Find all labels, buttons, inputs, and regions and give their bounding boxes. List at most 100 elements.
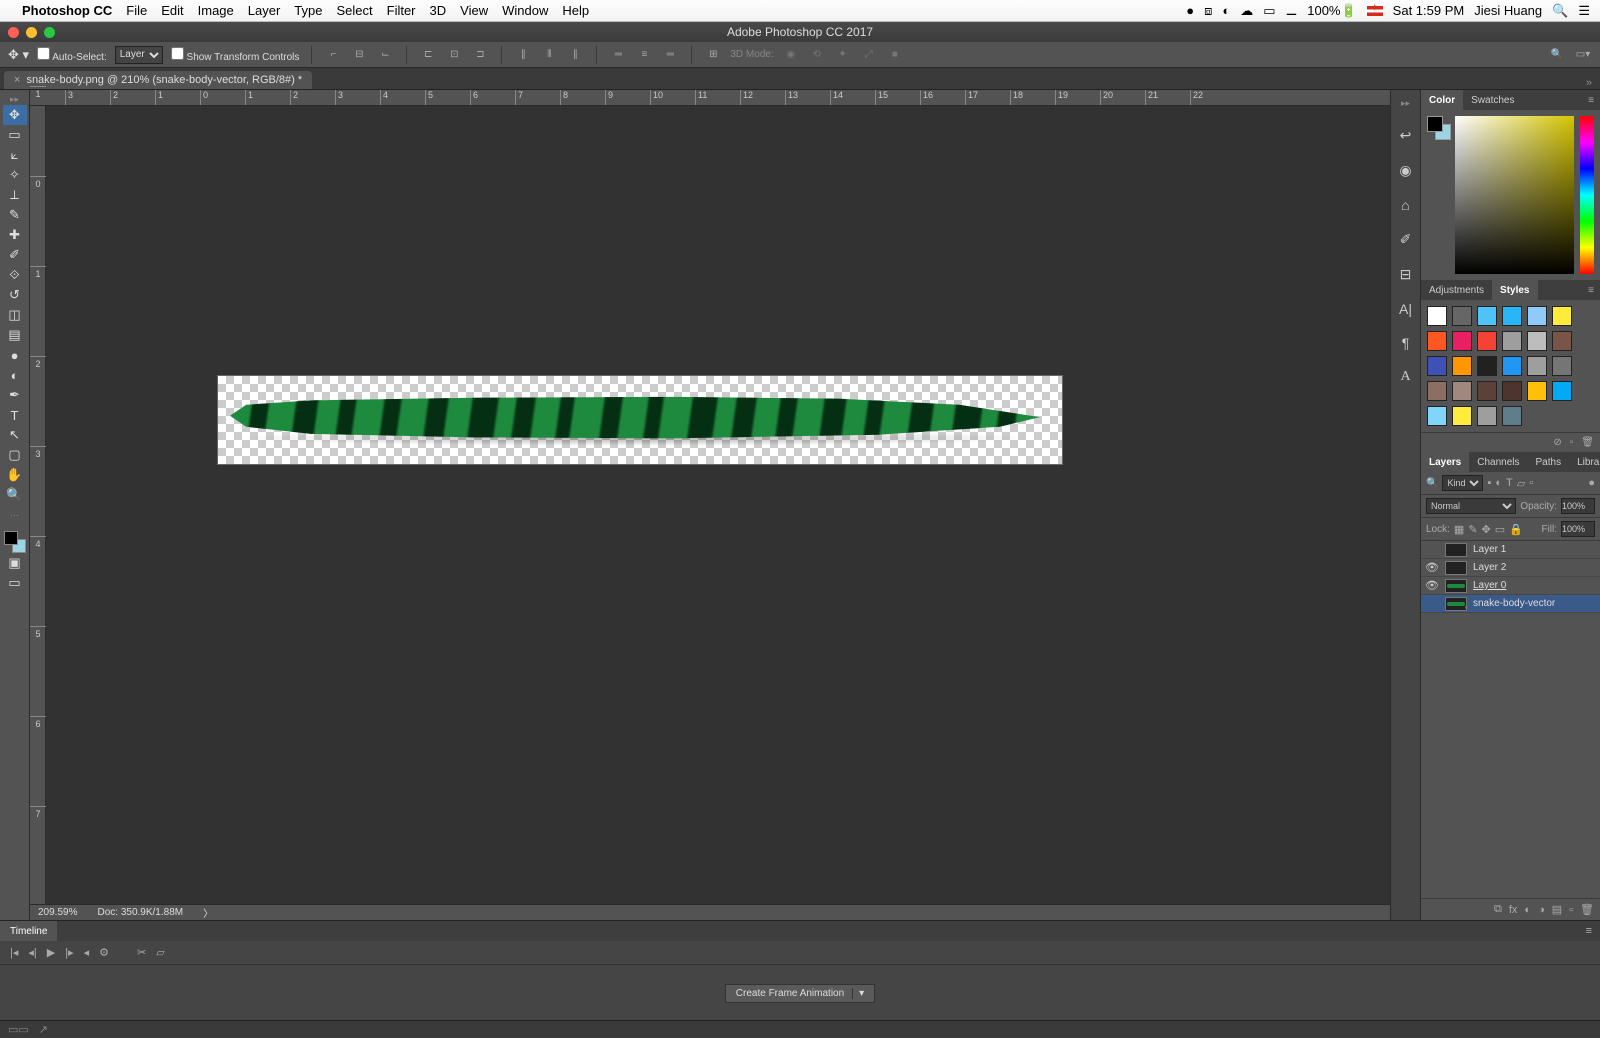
tab-swatches[interactable]: Swatches: [1463, 90, 1522, 110]
style-swatch[interactable]: [1427, 381, 1447, 401]
battery-text[interactable]: 100% 🔋: [1307, 3, 1356, 19]
user-name[interactable]: Jiesi Huang: [1474, 3, 1542, 18]
history-brush-tool[interactable]: ↺: [3, 285, 27, 305]
pen-tool[interactable]: ✒: [3, 385, 27, 405]
display-icon[interactable]: ▭: [1263, 3, 1275, 19]
status-icon[interactable]: ●: [1186, 3, 1194, 18]
layer-row[interactable]: 👁Layer 2: [1421, 559, 1600, 577]
align-right-icon[interactable]: ⊐: [471, 46, 489, 64]
adj-layer-icon[interactable]: ◑: [1538, 904, 1545, 916]
menu-select[interactable]: Select: [336, 3, 372, 18]
tab-styles[interactable]: Styles: [1492, 280, 1537, 300]
dodge-tool[interactable]: ◐: [3, 365, 27, 385]
ruler-vertical[interactable]: 101234567: [30, 106, 46, 904]
delete-style-icon[interactable]: 🗑: [1581, 437, 1594, 448]
new-style-icon[interactable]: ▫: [1570, 437, 1574, 448]
menu-type[interactable]: Type: [294, 3, 322, 18]
layer-name[interactable]: Layer 1: [1473, 544, 1506, 555]
no-style-icon[interactable]: ⊘: [1553, 437, 1561, 448]
prev-frame-icon[interactable]: ◂|: [28, 946, 36, 959]
cloud-icon[interactable]: ☁: [1240, 3, 1253, 19]
paragraph-icon[interactable]: ¶: [1402, 335, 1410, 351]
flag-icon[interactable]: [1367, 6, 1383, 16]
auto-align-icon[interactable]: ⊞: [704, 46, 722, 64]
blur-tool[interactable]: ●: [3, 345, 27, 365]
style-swatch[interactable]: [1477, 381, 1497, 401]
filter-smart-icon[interactable]: ▫: [1529, 477, 1533, 489]
create-btn-dropdown-icon[interactable]: ▾: [852, 988, 864, 999]
distribute-1-icon[interactable]: ∥: [514, 46, 532, 64]
quickmask-tool[interactable]: ▣: [3, 553, 27, 573]
distribute-5-icon[interactable]: ≡: [635, 46, 653, 64]
tab-timeline[interactable]: Timeline: [0, 921, 57, 941]
style-swatch[interactable]: [1502, 406, 1522, 426]
clone-icon[interactable]: ⊟: [1400, 266, 1412, 283]
align-left-icon[interactable]: ⊏: [419, 46, 437, 64]
align-hcenter-icon[interactable]: ⊡: [445, 46, 463, 64]
fill-input[interactable]: [1561, 521, 1595, 537]
filter-kind-dropdown[interactable]: Kind: [1442, 475, 1483, 491]
crop-tool[interactable]: ⟂: [3, 185, 27, 205]
style-swatch[interactable]: [1452, 331, 1472, 351]
split-icon[interactable]: ✂: [137, 946, 146, 959]
layer-name[interactable]: snake-body-vector: [1473, 598, 1555, 609]
heal-tool[interactable]: ✚: [3, 225, 27, 245]
menu-layer[interactable]: Layer: [248, 3, 281, 18]
prev-kf-icon[interactable]: ◂: [84, 946, 90, 959]
close-tab-icon[interactable]: ×: [14, 74, 20, 86]
3d-icon-3[interactable]: ✦: [834, 46, 852, 64]
brushes-icon[interactable]: ⌂: [1401, 197, 1409, 213]
menu-filter[interactable]: Filter: [387, 3, 416, 18]
style-swatch[interactable]: [1452, 381, 1472, 401]
close-window-icon[interactable]: [8, 27, 19, 38]
transition-icon[interactable]: ▱: [156, 946, 164, 959]
link-layers-icon[interactable]: ⧉: [1494, 903, 1502, 916]
next-frame-icon[interactable]: |▸: [65, 946, 73, 959]
layer-thumb[interactable]: [1445, 561, 1467, 575]
wifi-icon[interactable]: ⚊: [1286, 3, 1298, 19]
hand-tool[interactable]: ✋: [3, 465, 27, 485]
distribute-3-icon[interactable]: ∥: [566, 46, 584, 64]
filter-search-icon[interactable]: 🔍: [1426, 478, 1438, 489]
filter-shape-icon[interactable]: ▱: [1517, 477, 1525, 490]
filter-adj-icon[interactable]: ◐: [1495, 477, 1502, 489]
layer-row[interactable]: ▫ snake-body-vector: [1421, 595, 1600, 613]
style-swatch[interactable]: [1527, 381, 1547, 401]
layer-thumb[interactable]: [1445, 543, 1467, 557]
tab-color[interactable]: Color: [1421, 90, 1463, 110]
timeline-menu-icon[interactable]: ≡: [1578, 925, 1600, 937]
lock-trans-icon[interactable]: ▦: [1454, 523, 1464, 536]
menu-icon[interactable]: ☰: [1578, 3, 1590, 19]
align-bottom-icon[interactable]: ⌙: [376, 46, 394, 64]
visibility-icon[interactable]: 👁: [1425, 561, 1439, 574]
canvas-area[interactable]: [46, 106, 1390, 904]
cc-icon[interactable]: ◐: [1222, 3, 1230, 18]
distribute-6-icon[interactable]: ═: [661, 46, 679, 64]
tab-adjustments[interactable]: Adjustments: [1421, 280, 1492, 300]
shape-tool[interactable]: ▢: [3, 445, 27, 465]
foreground-color[interactable]: [4, 531, 18, 545]
brush-presets-icon[interactable]: ✐: [1400, 231, 1412, 248]
menu-3d[interactable]: 3D: [430, 3, 447, 18]
render-icon[interactable]: ▭▭: [8, 1023, 29, 1036]
clock[interactable]: Sat 1:59 PM: [1393, 3, 1465, 18]
style-swatch[interactable]: [1502, 356, 1522, 376]
style-swatch[interactable]: [1477, 306, 1497, 326]
zoom-window-icon[interactable]: [44, 27, 55, 38]
minimize-window-icon[interactable]: [26, 27, 37, 38]
dropbox-icon[interactable]: ⧈: [1204, 3, 1212, 19]
auto-select-dropdown[interactable]: Layer: [115, 46, 163, 64]
3d-icon-4[interactable]: ⤢: [860, 46, 878, 64]
style-swatch[interactable]: [1477, 331, 1497, 351]
lock-nest-icon[interactable]: ▭: [1495, 523, 1505, 536]
style-swatch[interactable]: [1502, 306, 1522, 326]
marquee-tool[interactable]: ▭: [3, 125, 27, 145]
auto-select-checkbox[interactable]: Auto-Select:: [37, 47, 107, 63]
tab-channels[interactable]: Channels: [1469, 452, 1527, 472]
character-icon[interactable]: A|: [1399, 301, 1412, 317]
layer-row[interactable]: 👁Layer 0: [1421, 577, 1600, 595]
layer-thumb[interactable]: ▫: [1445, 597, 1467, 611]
eyedropper-tool[interactable]: ✎: [3, 205, 27, 225]
distribute-2-icon[interactable]: ⦀: [540, 46, 558, 64]
tab-libraries[interactable]: Libraries: [1569, 452, 1600, 472]
